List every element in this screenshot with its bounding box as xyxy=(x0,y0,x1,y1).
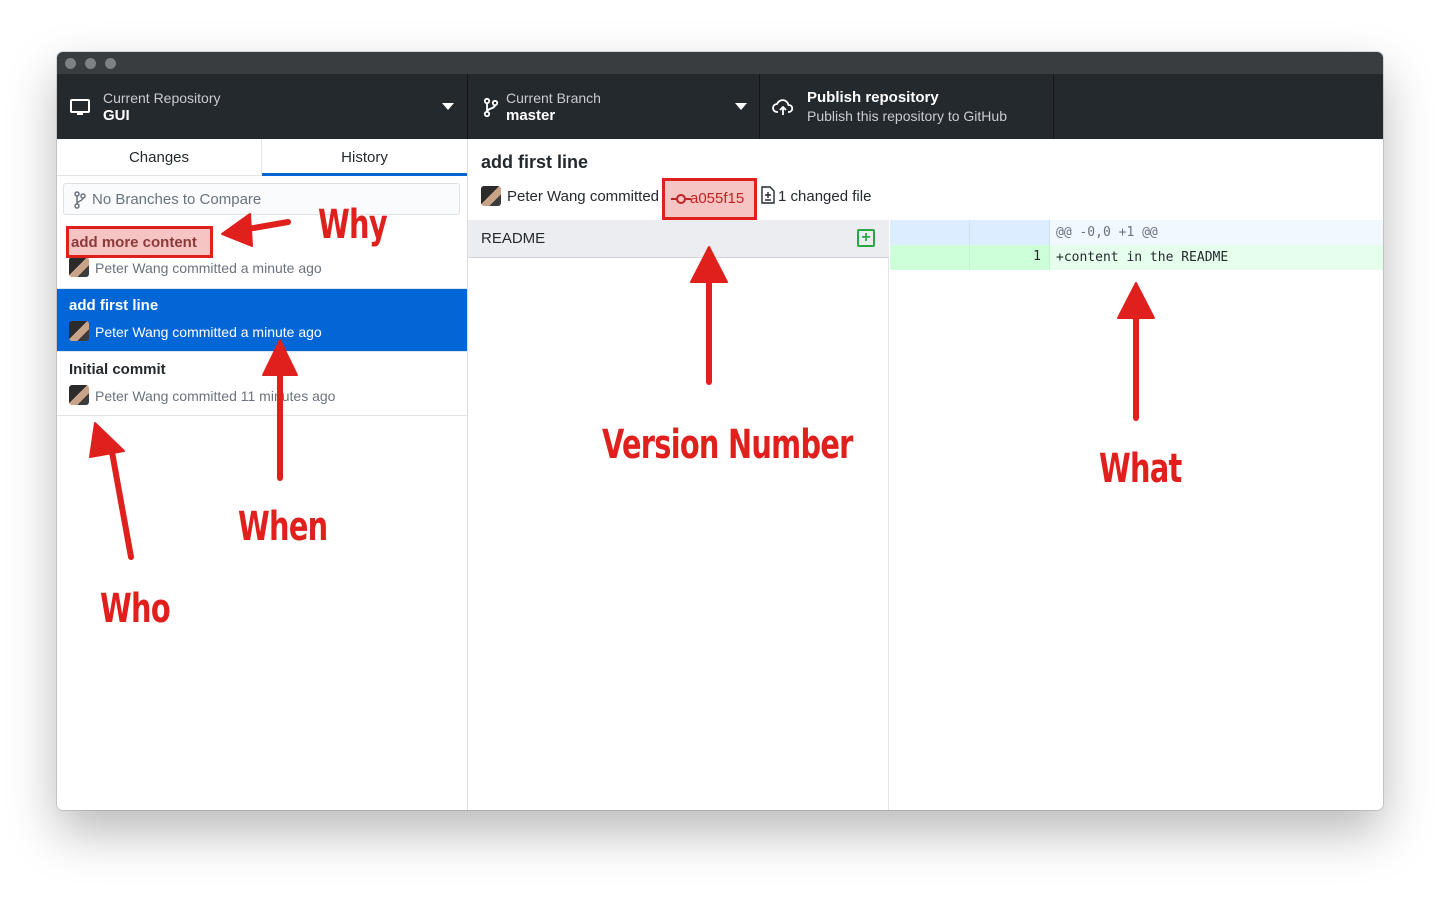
file-diff-icon xyxy=(761,186,775,204)
diff-line-text: +content in the README xyxy=(1056,250,1229,265)
sidebar-tabs: Changes History xyxy=(57,139,467,176)
annotation-when: When xyxy=(238,504,328,550)
branch-compare-placeholder: No Branches to Compare xyxy=(92,191,262,208)
current-repository-value: GUI xyxy=(103,107,130,124)
avatar xyxy=(69,321,89,341)
diff-gutter-old xyxy=(890,220,970,245)
file-list-item[interactable]: README + xyxy=(468,220,889,258)
zoom-window-button[interactable] xyxy=(105,58,116,69)
diff-view: @@ -0,0 +1 @@ 1 +content in the README xyxy=(890,220,1383,810)
tab-changes[interactable]: Changes xyxy=(57,139,262,176)
current-branch-value: master xyxy=(506,107,556,124)
minimize-window-button[interactable] xyxy=(85,58,96,69)
chevron-down-icon xyxy=(735,103,747,110)
commit-summary: add first line xyxy=(69,297,159,314)
diff-gutter-new xyxy=(970,220,1050,245)
file-name: README xyxy=(481,230,546,247)
commit-author-time: Peter Wang committed 11 minutes ago xyxy=(95,388,336,404)
tab-history[interactable]: History xyxy=(262,139,467,176)
diff-gutter-old xyxy=(890,245,970,270)
commit-author-time: Peter Wang committed a minute ago xyxy=(95,324,322,340)
git-branch-icon xyxy=(483,97,499,118)
avatar xyxy=(69,257,89,277)
commit-summary-highlighted: add more content xyxy=(71,234,197,251)
chevron-down-icon xyxy=(442,103,454,110)
commit-title: add first line xyxy=(481,152,589,172)
changed-files-list: README + xyxy=(468,220,889,810)
diff-line-number: 1 xyxy=(970,245,1050,270)
git-branch-icon xyxy=(74,191,86,209)
diff-hunk-header: @@ -0,0 +1 @@ xyxy=(890,220,1383,245)
current-repository-label: Current Repository xyxy=(103,90,221,106)
why-highlight-box: add more content xyxy=(66,226,213,258)
file-added-icon: + xyxy=(857,229,875,247)
annotation-why: Why xyxy=(318,202,388,248)
commit-sha-highlight[interactable]: a055f15 xyxy=(662,178,757,220)
commit-list-item-selected[interactable]: add first line Peter Wang committed a mi… xyxy=(57,289,467,352)
current-branch-label: Current Branch xyxy=(506,90,601,106)
avatar xyxy=(69,385,89,405)
diff-line-added[interactable]: 1 +content in the README xyxy=(890,245,1383,270)
annotation-who: Who xyxy=(100,586,171,632)
desktop-icon xyxy=(70,99,90,115)
commit-sha: a055f15 xyxy=(690,190,745,207)
git-commit-icon xyxy=(671,194,691,204)
commit-list-item[interactable]: Initial commit Peter Wang committed 11 m… xyxy=(57,353,467,416)
annotation-version-number: Version Number xyxy=(602,422,853,468)
avatar xyxy=(481,186,501,206)
changed-files-count: 1 changed file xyxy=(778,188,872,205)
current-branch-button[interactable]: Current Branch master xyxy=(468,74,760,139)
publish-repository-title: Publish repository xyxy=(807,89,939,106)
commit-detail-panel: add first line Peter Wang committed a055… xyxy=(468,139,1383,810)
close-window-button[interactable] xyxy=(65,58,76,69)
hunk-header-text: @@ -0,0 +1 @@ xyxy=(1056,225,1158,240)
toolbar: Current Repository GUI Current Branch ma… xyxy=(57,74,1383,139)
cloud-upload-icon xyxy=(772,99,794,115)
current-repository-button[interactable]: Current Repository GUI xyxy=(57,74,468,139)
commit-author: Peter Wang committed xyxy=(507,188,659,205)
title-bar xyxy=(57,52,1383,74)
publish-repository-subtitle: Publish this repository to GitHub xyxy=(807,108,1007,124)
annotation-what: What xyxy=(1099,446,1182,492)
commit-author-time: Peter Wang committed a minute ago xyxy=(95,260,322,276)
publish-repository-button[interactable]: Publish repository Publish this reposito… xyxy=(760,74,1054,139)
commit-summary: Initial commit xyxy=(69,361,166,378)
branch-compare-input[interactable]: No Branches to Compare xyxy=(63,183,460,215)
